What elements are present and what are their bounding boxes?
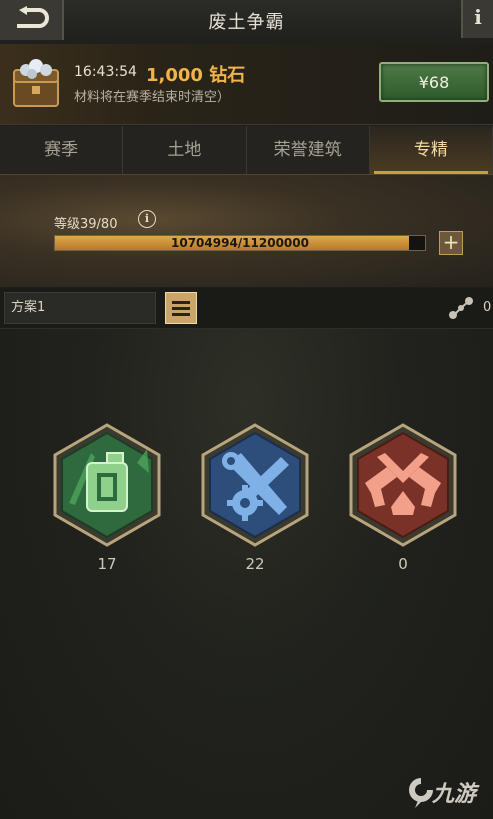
badge-count: 22 [245, 555, 265, 573]
plan-bar: 方案1 [0, 288, 493, 329]
menu-line [172, 300, 190, 304]
skill-nodes-icon[interactable] [448, 296, 474, 320]
skill-nodes-count: 0 [483, 300, 492, 315]
menu-line [172, 306, 190, 310]
crossed-guns-badge[interactable] [347, 423, 459, 547]
treasure-chest-icon [13, 59, 59, 107]
wrench-gear-badge[interactable] [199, 423, 311, 547]
add-xp-button[interactable]: + [439, 231, 463, 255]
tab-season[interactable]: 赛季 [0, 126, 124, 174]
top-bar: 废土争霸 i [0, 0, 493, 45]
tab-land[interactable]: 土地 [123, 126, 247, 174]
promo-banner: 16:43:54 1,000 钻石 材料将在赛季结束时清空） ¥68 [0, 44, 493, 161]
tab-bar: 赛季 土地 荣誉建筑 专精 [0, 126, 493, 175]
info-button[interactable]: i [461, 0, 493, 38]
tab-honor-building[interactable]: 荣誉建筑 [247, 126, 370, 174]
promo-amount: 1,000 钻石 [146, 65, 246, 86]
watermark-text: 九游 [432, 782, 477, 807]
tab-specialization[interactable]: 专精 [369, 126, 493, 174]
plan-selector[interactable]: 方案1 [4, 292, 156, 324]
plan-menu-button[interactable] [165, 292, 197, 324]
fuel-can-badge[interactable] [51, 423, 163, 547]
promo-note: 材料将在赛季结束时清空） [74, 90, 231, 105]
level-label: 等级39/80 [54, 217, 118, 232]
badge-count: 17 [97, 555, 117, 573]
badge-count: 0 [398, 555, 408, 573]
xp-progress-bar: 10704994/11200000 [54, 235, 426, 251]
level-panel: 等级39/80 i 10704994/11200000 + [0, 175, 493, 287]
promo-timer: 16:43:54 [74, 64, 137, 80]
xp-progress-text: 10704994/11200000 [171, 236, 309, 250]
page-title: 废土争霸 [208, 12, 285, 33]
specialization-area: 17 22 0 [0, 329, 493, 819]
menu-line [172, 312, 190, 316]
buy-price-button[interactable]: ¥68 [379, 62, 489, 102]
info-icon[interactable]: i [138, 210, 156, 228]
